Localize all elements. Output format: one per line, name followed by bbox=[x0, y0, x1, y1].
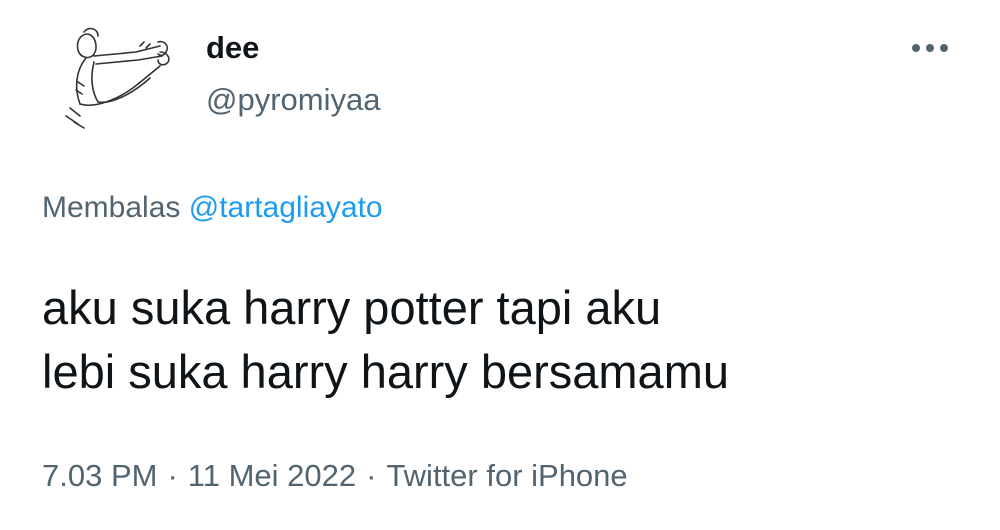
tweet-meta: 7.03 PM · 11 Mei 2022 · Twitter for iPhone bbox=[42, 456, 628, 496]
more-dots-icon bbox=[940, 44, 948, 52]
tweet-date[interactable]: 11 Mei 2022 bbox=[188, 458, 356, 493]
avatar[interactable] bbox=[40, 12, 180, 152]
meta-separator: · bbox=[167, 458, 178, 493]
more-dots-icon bbox=[912, 44, 920, 52]
sketch-avatar-icon bbox=[65, 27, 170, 129]
meta-separator: · bbox=[366, 458, 377, 493]
reply-context: Membalas @tartagliayato bbox=[42, 190, 383, 226]
tweet-source[interactable]: Twitter for iPhone bbox=[386, 458, 627, 493]
tweet-text: aku suka harry potter tapi aku lebi suka… bbox=[42, 276, 982, 404]
tweet-card: dee @pyromiyaa Membalas @tartagliayato a… bbox=[0, 0, 1000, 530]
tweet-text-line: aku suka harry potter tapi aku bbox=[42, 281, 662, 334]
reply-prefix: Membalas bbox=[42, 191, 181, 224]
more-options-button[interactable] bbox=[900, 30, 960, 66]
tweet-time[interactable]: 7.03 PM bbox=[42, 458, 157, 493]
more-dots-icon bbox=[926, 44, 934, 52]
reply-mention-link[interactable]: @tartagliayato bbox=[189, 191, 383, 224]
author-handle[interactable]: @pyromiyaa bbox=[206, 82, 380, 118]
author-display-name[interactable]: dee bbox=[206, 30, 259, 66]
tweet-text-line: lebi suka harry harry bersamamu bbox=[42, 345, 729, 398]
